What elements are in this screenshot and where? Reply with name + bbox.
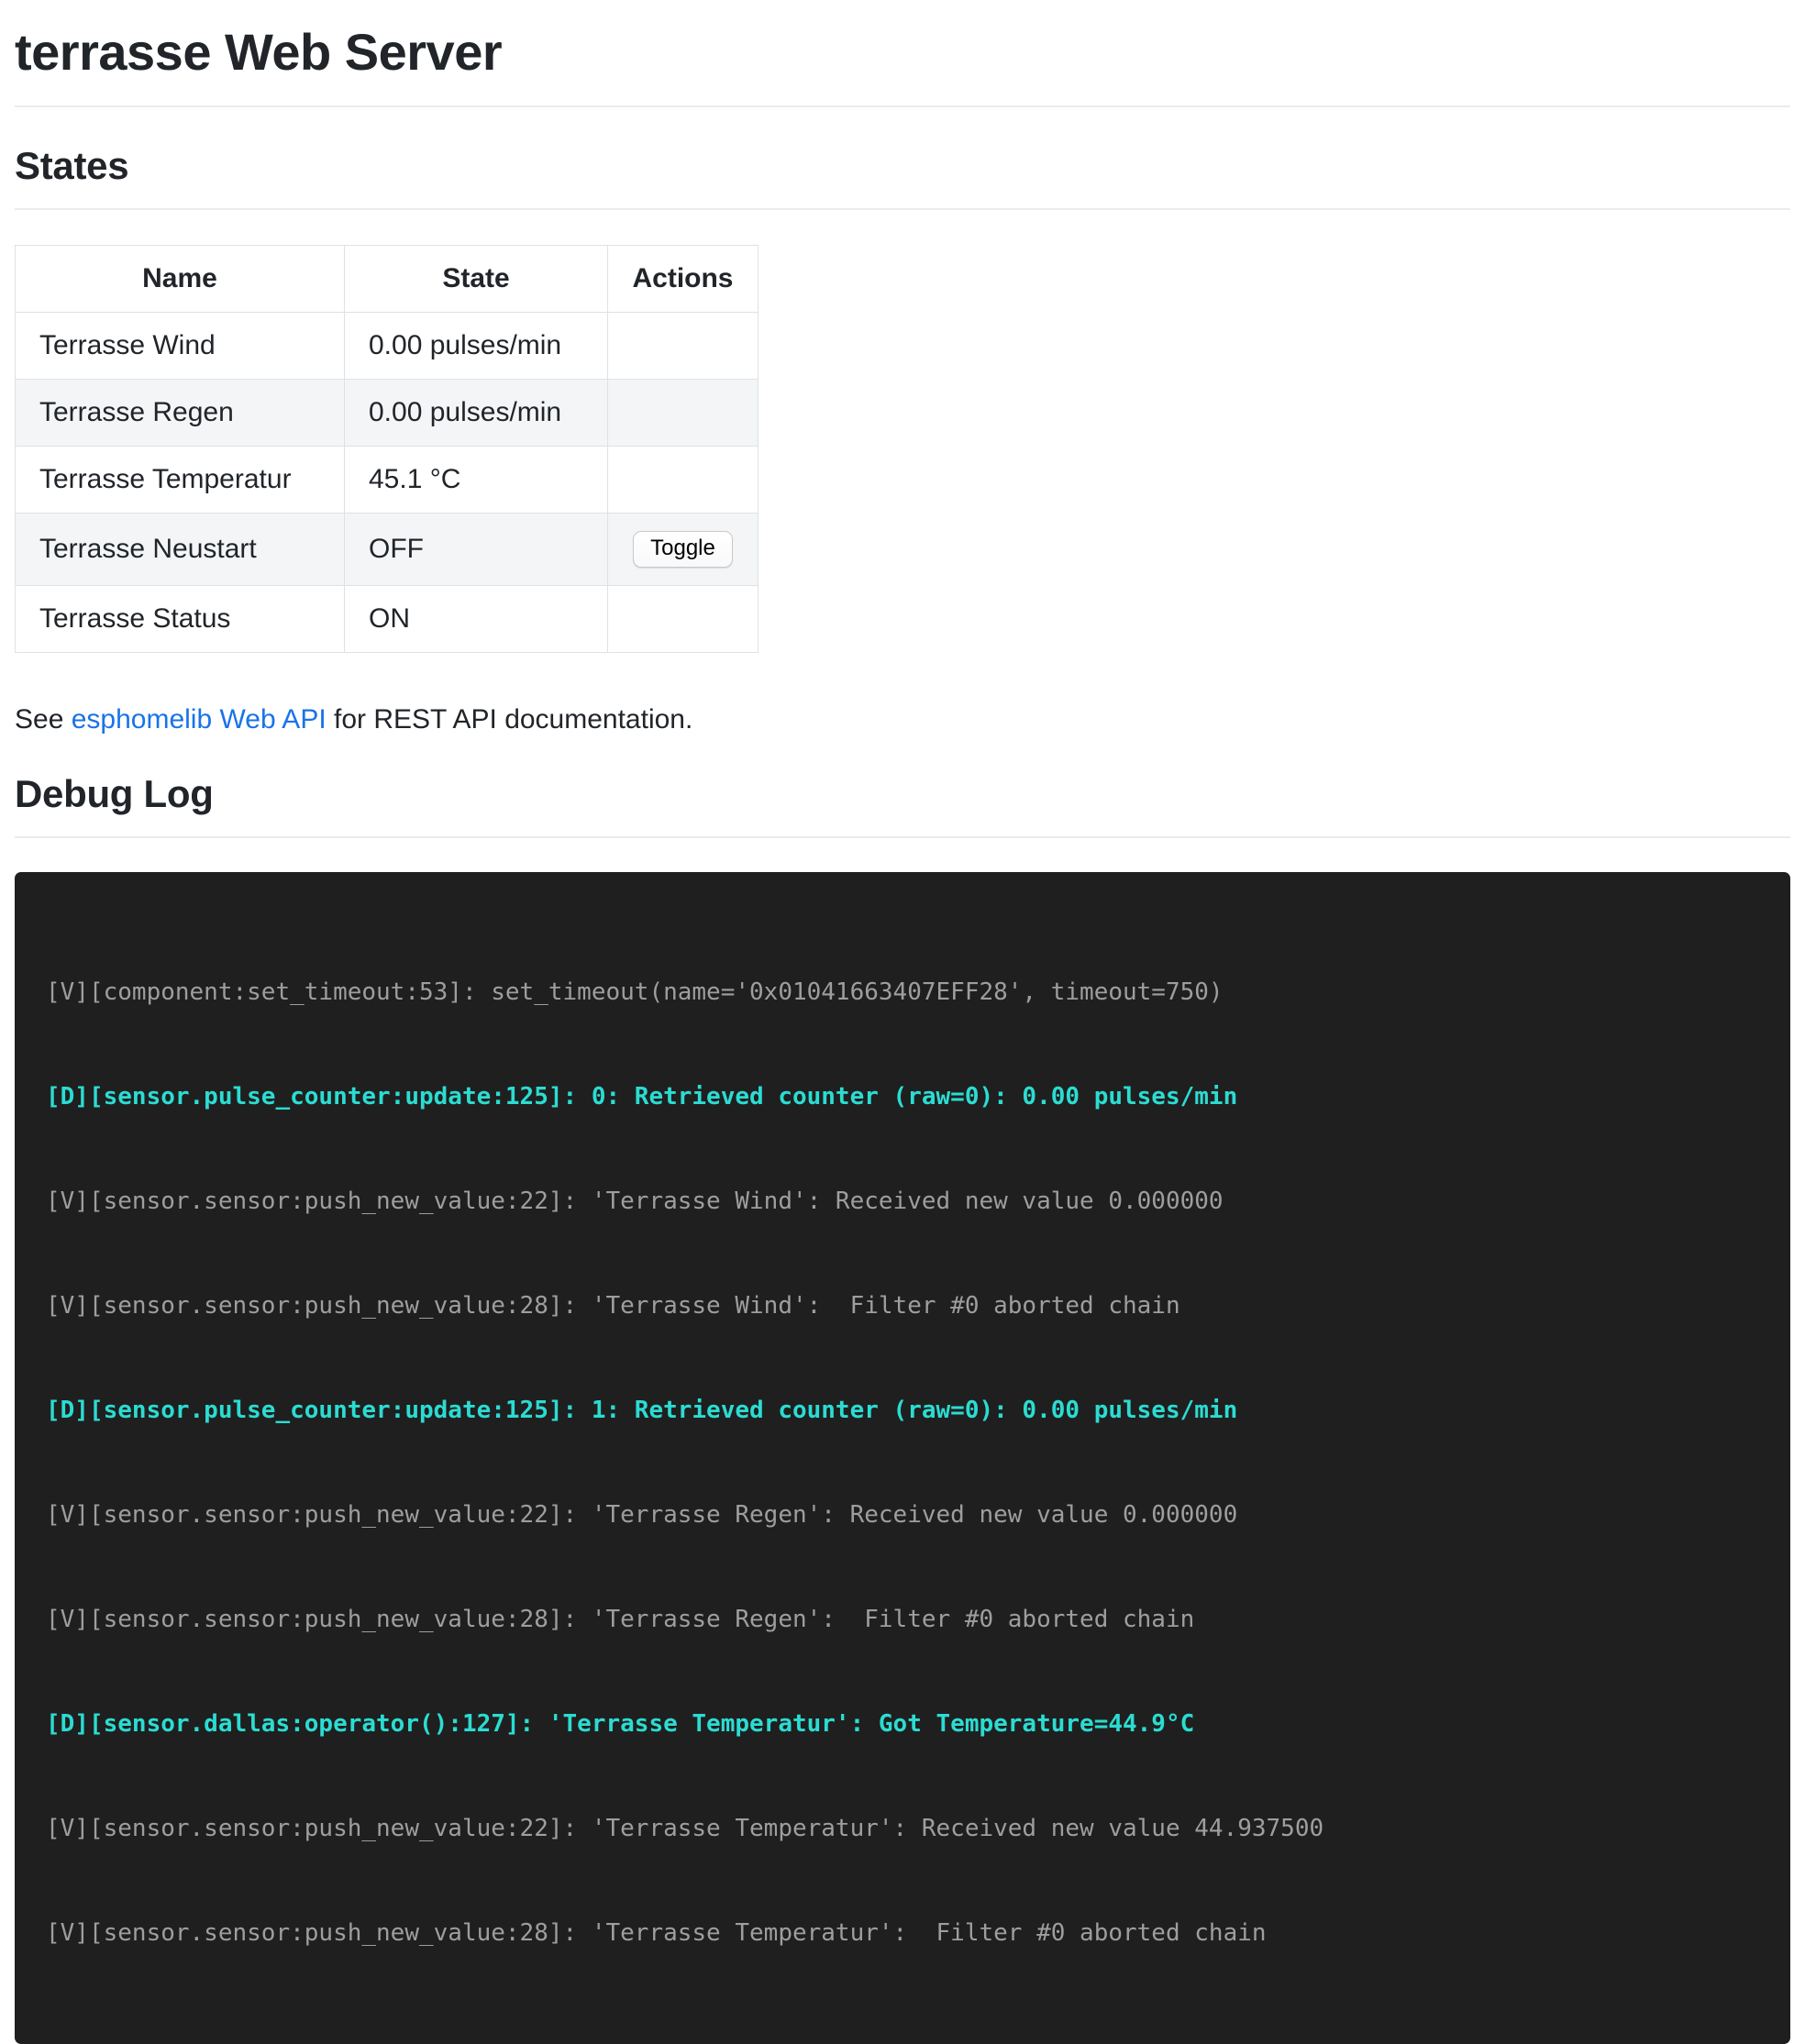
log-line: [V][component:set_timeout:53]: set_timeo… bbox=[46, 975, 1759, 1010]
table-row-terrasse-wind: Terrasse Wind 0.00 pulses/min bbox=[16, 313, 759, 380]
log-line: [D][sensor.pulse_counter:update:125]: 1:… bbox=[46, 1393, 1759, 1428]
entity-name: Terrasse Temperatur bbox=[16, 447, 345, 514]
entity-actions bbox=[608, 447, 759, 514]
entity-actions bbox=[608, 313, 759, 380]
esphomelib-web-api-link[interactable]: esphomelib Web API bbox=[72, 704, 327, 735]
log-line: [D][sensor.dallas:operator():127]: 'Terr… bbox=[46, 1707, 1759, 1741]
table-row-terrasse-status: Terrasse Status ON bbox=[16, 586, 759, 653]
entity-state: 0.00 pulses/min bbox=[345, 380, 608, 447]
entity-state: 0.00 pulses/min bbox=[345, 313, 608, 380]
api-note-prefix: See bbox=[15, 704, 72, 735]
entity-state: ON bbox=[345, 586, 608, 653]
log-line: [V][sensor.sensor:push_new_value:22]: 'T… bbox=[46, 1184, 1759, 1219]
entity-name: Terrasse Wind bbox=[16, 313, 345, 380]
table-row-terrasse-temperatur: Terrasse Temperatur 45.1 °C bbox=[16, 447, 759, 514]
log-line: [V][sensor.sensor:push_new_value:28]: 'T… bbox=[46, 1916, 1759, 1950]
debug-log-panel: [V][component:set_timeout:53]: set_timeo… bbox=[15, 872, 1790, 2044]
entity-state: OFF bbox=[345, 514, 608, 586]
entity-actions: Toggle bbox=[608, 514, 759, 586]
entity-state: 45.1 °C bbox=[345, 447, 608, 514]
page-title: terrasse Web Server bbox=[15, 22, 1790, 82]
states-divider bbox=[15, 208, 1790, 210]
title-divider bbox=[15, 105, 1790, 107]
log-line: [V][sensor.sensor:push_new_value:28]: 'T… bbox=[46, 1602, 1759, 1637]
debug-log-divider bbox=[15, 836, 1790, 838]
entity-name: Terrasse Neustart bbox=[16, 514, 345, 586]
api-note-suffix: for REST API documentation. bbox=[327, 704, 693, 735]
entity-name: Terrasse Regen bbox=[16, 380, 345, 447]
column-header-state: State bbox=[345, 246, 608, 313]
column-header-actions: Actions bbox=[608, 246, 759, 313]
log-line: [V][sensor.sensor:push_new_value:22]: 'T… bbox=[46, 1497, 1759, 1532]
states-table-header-row: Name State Actions bbox=[16, 246, 759, 313]
debug-log-heading: Debug Log bbox=[15, 772, 1790, 816]
states-table: Name State Actions Terrasse Wind 0.00 pu… bbox=[15, 245, 759, 653]
entity-actions bbox=[608, 380, 759, 447]
table-row-terrasse-regen: Terrasse Regen 0.00 pulses/min bbox=[16, 380, 759, 447]
log-line: [D][sensor.pulse_counter:update:125]: 0:… bbox=[46, 1079, 1759, 1114]
toggle-button[interactable]: Toggle bbox=[633, 531, 733, 568]
entity-actions bbox=[608, 586, 759, 653]
table-row-terrasse-neustart: Terrasse Neustart OFF Toggle bbox=[16, 514, 759, 586]
column-header-name: Name bbox=[16, 246, 345, 313]
log-line: [V][sensor.sensor:push_new_value:22]: 'T… bbox=[46, 1811, 1759, 1846]
page: terrasse Web Server States Name State Ac… bbox=[0, 22, 1805, 2044]
log-line: [V][sensor.sensor:push_new_value:28]: 'T… bbox=[46, 1288, 1759, 1323]
entity-name: Terrasse Status bbox=[16, 586, 345, 653]
api-note: See esphomelib Web API for REST API docu… bbox=[15, 704, 1790, 735]
states-heading: States bbox=[15, 144, 1790, 188]
